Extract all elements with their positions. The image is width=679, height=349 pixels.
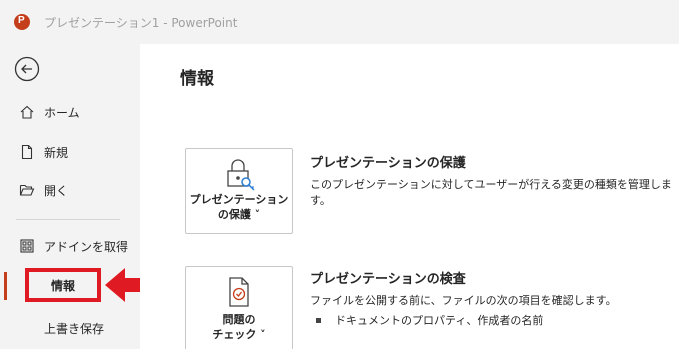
bullet-icon — [316, 317, 321, 323]
active-indicator — [4, 272, 7, 300]
folder-open-icon — [18, 181, 36, 199]
sidebar-divider — [16, 219, 120, 220]
powerpoint-icon: P — [14, 14, 30, 30]
sidebar-item-label: 情報 — [50, 278, 75, 293]
bullet-text: ドキュメントのプロパティ、作成者の名前 — [335, 314, 544, 327]
inspect-heading: プレゼンテーションの検査 — [310, 272, 466, 287]
page-title: 情報 — [180, 69, 214, 89]
protect-presentation-button[interactable]: プレゼンテーション の保護 ˅ — [185, 148, 293, 234]
inspect-bullet-item: ドキュメントのプロパティ、作成者の名前 — [316, 312, 543, 328]
window-title: プレゼンテーション1 - PowerPoint — [44, 16, 238, 30]
grid-icon — [18, 237, 36, 255]
inspect-description: ファイルを公開する前に、ファイルの次の項目を確認します。 — [310, 294, 617, 307]
check-button-label-1: 問題の — [222, 313, 256, 326]
sidebar-item-label: 新規 — [44, 145, 69, 160]
sidebar-item-home[interactable]: ホーム — [0, 98, 140, 126]
back-arrow-icon[interactable] — [14, 56, 40, 82]
protect-button-label-2: の保護 ˅ — [217, 208, 261, 221]
home-icon — [18, 103, 36, 121]
lock-key-icon — [227, 159, 255, 191]
sidebar-item-open[interactable]: 開く — [0, 176, 140, 204]
check-button-label-2: チェック ˅ — [212, 328, 266, 341]
document-check-icon — [229, 277, 249, 307]
check-issues-button[interactable]: 問題の チェック ˅ — [185, 266, 293, 349]
sidebar-item-label: 開く — [44, 183, 69, 198]
new-document-icon — [18, 143, 36, 161]
protect-button-label-1: プレゼンテーション — [189, 193, 289, 206]
sidebar-item-save[interactable]: 上書き保存 — [44, 320, 104, 337]
title-bar: P プレゼンテーション1 - PowerPoint — [0, 0, 679, 44]
info-pane: 情報 プレゼンテーション の保護 ˅ プレゼンテーションの保護 このプレゼンテー… — [140, 44, 679, 349]
sidebar-item-label: ホーム — [44, 105, 80, 120]
backstage-sidebar: ホーム 新規 開く アドインを取得 情報 上書き保存 — [0, 44, 149, 349]
sidebar-item-info[interactable]: 情報 — [25, 268, 101, 302]
sidebar-item-new[interactable]: 新規 — [0, 138, 140, 166]
protect-heading: プレゼンテーションの保護 — [310, 156, 466, 171]
sidebar-item-get-addins[interactable]: アドインを取得 — [0, 232, 140, 260]
sidebar-item-label: アドインを取得 — [44, 239, 129, 254]
protect-description: このプレゼンテーションに対してユーザーが行える変更の種類を管理します。 — [310, 178, 672, 207]
